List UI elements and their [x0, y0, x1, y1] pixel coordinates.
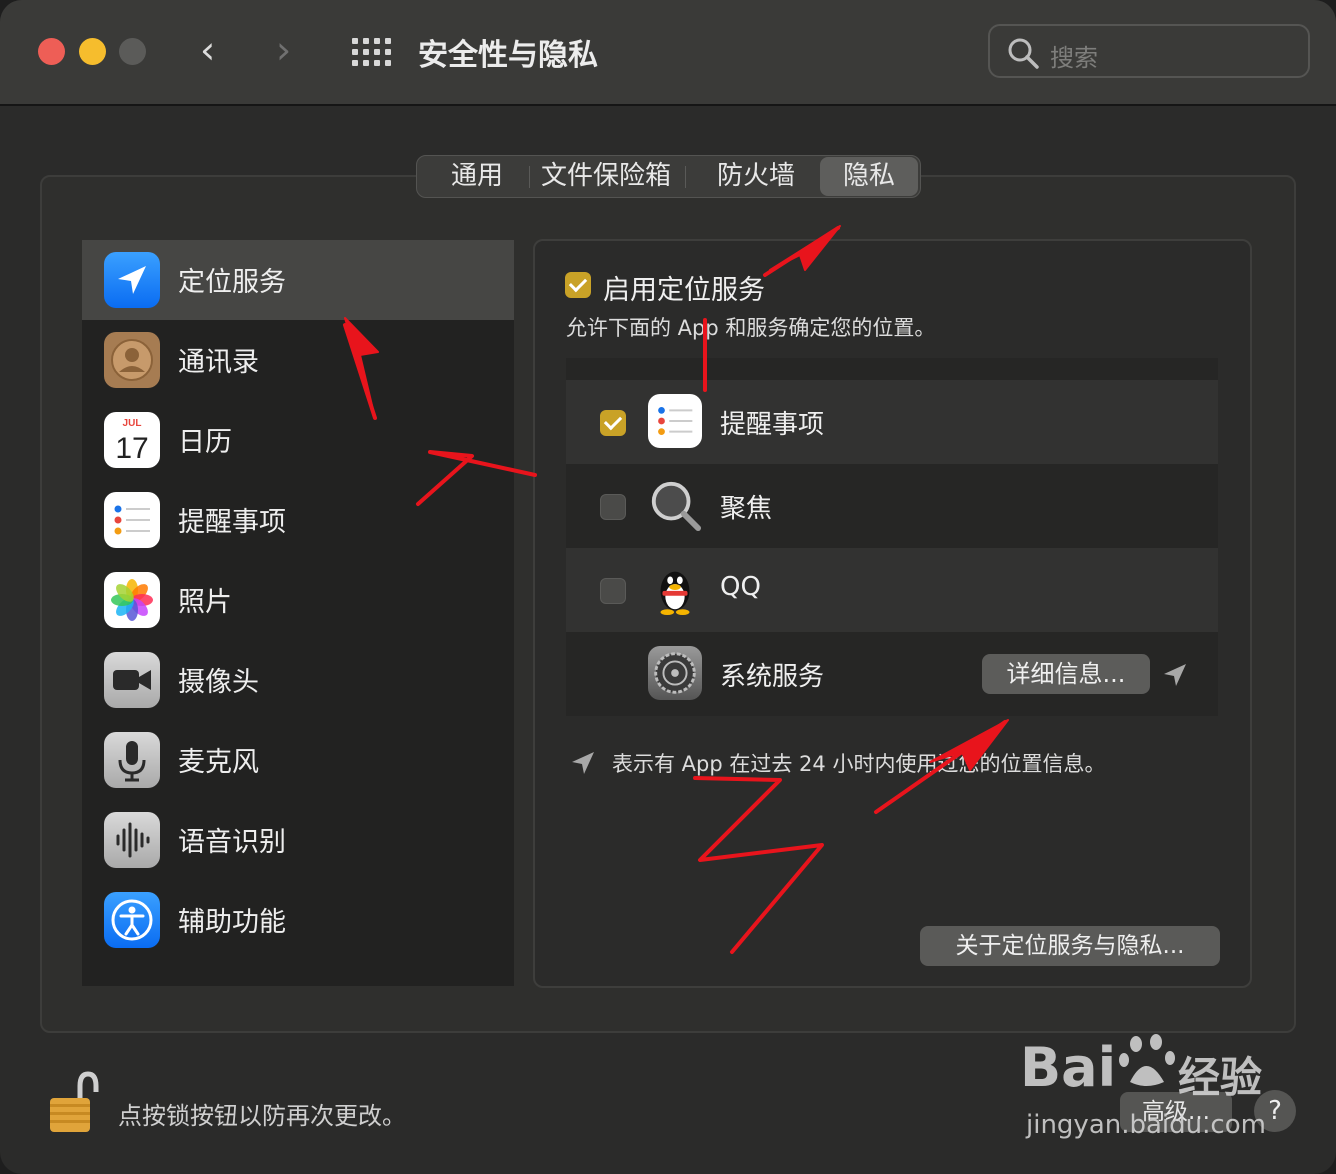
sidebar-item-photos[interactable]: 照片 [82, 560, 514, 640]
app-name: QQ [720, 572, 761, 602]
watermark-url: jingyan.baidu.com [1026, 1110, 1266, 1140]
show-all-grid-icon[interactable] [352, 38, 391, 66]
location-icon [104, 252, 160, 308]
enable-location-checkbox[interactable] [565, 272, 591, 298]
calendar-icon: JUL 17 [104, 412, 160, 468]
app-checkbox-reminders[interactable] [600, 410, 626, 436]
sidebar-item-location-services[interactable]: 定位服务 [82, 240, 514, 320]
reminders-icon [648, 394, 702, 448]
app-name: 聚焦 [720, 494, 773, 524]
baidu-jingyan-watermark: Bai 经验 jingyan.baidu.com [1020, 1030, 1320, 1150]
sidebar-item-microphone[interactable]: 麦克风 [82, 720, 514, 800]
sidebar-item-label: 日历 [178, 427, 232, 458]
back-button[interactable]: ‹ [200, 30, 215, 70]
baidu-paw-icon [1119, 1034, 1175, 1086]
photos-icon [104, 572, 160, 628]
tab-general[interactable]: 通用 [427, 156, 527, 197]
sidebar-item-calendar[interactable]: JUL 17 日历 [82, 400, 514, 480]
sidebar-item-label: 语音识别 [178, 827, 286, 858]
search-icon [1008, 38, 1039, 69]
enable-location-description: 允许下面的 App 和服务确定您的位置。 [566, 316, 936, 340]
calendar-day: 17 [115, 432, 148, 465]
list-item [566, 358, 1218, 364]
app-row-spotlight[interactable]: 聚焦 [566, 464, 1218, 548]
forward-button[interactable]: › [276, 30, 291, 70]
reminders-icon [104, 492, 160, 548]
enable-location-label: 启用定位服务 [603, 275, 765, 306]
window-title: 安全性与隐私 [418, 38, 598, 73]
location-used-icon [1164, 664, 1186, 686]
sidebar-item-label: 提醒事项 [178, 507, 286, 538]
app-checkbox-spotlight[interactable] [600, 494, 626, 520]
preferences-window: ‹ › 安全性与隐私 搜索 通用 文件保险箱 防火墙 隐私 定位服务 通讯录 J… [0, 0, 1336, 1174]
location-legend-text: 表示有 App 在过去 24 小时内使用过您的位置信息。 [612, 752, 1106, 776]
tab-bar: 通用 文件保险箱 防火墙 隐私 [416, 155, 921, 198]
tab-filevault[interactable]: 文件保险箱 [531, 156, 681, 197]
details-button[interactable]: 详细信息... [982, 654, 1150, 694]
search-placeholder: 搜索 [1050, 44, 1098, 72]
app-row-qq[interactable]: QQ [566, 548, 1218, 632]
zoom-button[interactable] [119, 38, 146, 65]
watermark-brand: Bai [1020, 1036, 1117, 1099]
camera-icon [104, 652, 160, 708]
app-list[interactable]: 提醒事项 聚焦 QQ 系统服务 详细信息... [566, 358, 1218, 716]
lock-hint-text: 点按锁按钮以防再次更改。 [118, 1102, 406, 1130]
sidebar-item-label: 照片 [178, 587, 232, 618]
sidebar-item-contacts[interactable]: 通讯录 [82, 320, 514, 400]
minimize-button[interactable] [79, 38, 106, 65]
app-row-system-services[interactable]: 系统服务 详细信息... [566, 632, 1218, 716]
lock-icon[interactable] [46, 1070, 102, 1136]
tab-privacy[interactable]: 隐私 [820, 157, 918, 196]
sidebar-item-speech-recognition[interactable]: 语音识别 [82, 800, 514, 880]
sidebar-item-accessibility[interactable]: 辅助功能 [82, 880, 514, 960]
search-field[interactable]: 搜索 [988, 24, 1310, 78]
app-checkbox-qq[interactable] [600, 578, 626, 604]
sidebar-item-label: 麦克风 [178, 747, 259, 778]
sidebar-item-reminders[interactable]: 提醒事项 [82, 480, 514, 560]
sidebar-item-camera[interactable]: 摄像头 [82, 640, 514, 720]
location-legend-icon [572, 752, 594, 774]
privacy-category-list: 定位服务 通讯录 JUL 17 日历 提醒事项 照片 摄像头 麦克风 语音识别 … [82, 240, 514, 986]
watermark-suffix: 经验 [1178, 1053, 1263, 1102]
title-bar: ‹ › 安全性与隐私 搜索 [0, 0, 1336, 106]
sidebar-item-label: 定位服务 [178, 267, 286, 298]
app-name: 提醒事项 [720, 410, 825, 440]
app-name: 系统服务 [720, 662, 825, 692]
sidebar-item-label: 辅助功能 [178, 907, 286, 938]
app-row-reminders[interactable]: 提醒事项 [566, 380, 1218, 464]
speech-recognition-icon [104, 812, 160, 868]
sidebar-item-label: 通讯录 [178, 347, 259, 378]
close-button[interactable] [38, 38, 65, 65]
microphone-icon [104, 732, 160, 788]
about-location-privacy-button[interactable]: 关于定位服务与隐私... [920, 926, 1220, 966]
qq-icon [648, 562, 702, 616]
tab-firewall[interactable]: 防火墙 [689, 156, 823, 197]
calendar-month: JUL [123, 418, 142, 429]
accessibility-icon [104, 892, 160, 948]
contacts-icon [104, 332, 160, 388]
sidebar-item-label: 摄像头 [178, 667, 259, 698]
spotlight-icon [648, 478, 702, 532]
system-preferences-icon [648, 646, 702, 700]
